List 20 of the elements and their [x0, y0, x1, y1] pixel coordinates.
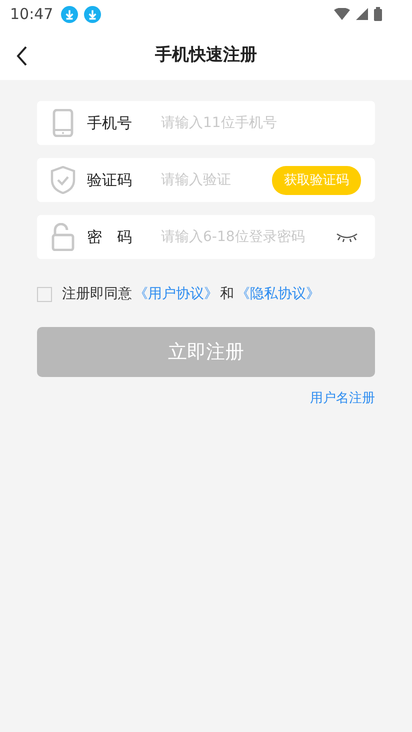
shield-check-icon [50, 166, 76, 194]
signal-icon [356, 8, 368, 20]
agreement-text: 注册即同意 [62, 285, 132, 303]
field-label: 手机号 [86, 114, 133, 132]
agreement-checkbox[interactable] [37, 286, 52, 302]
download-icon [84, 6, 102, 22]
user-agreement-link[interactable]: 《用户协议》 [134, 285, 218, 303]
phone-icon [50, 109, 76, 137]
status-time: 10:47 [10, 5, 54, 23]
field-label: 密 码 [86, 228, 133, 246]
padlock-icon [50, 223, 76, 251]
page-title: 手机快速注册 [155, 44, 257, 66]
agreement-text: 和 [220, 285, 234, 303]
privacy-agreement-link[interactable]: 《隐私协议》 [236, 285, 320, 303]
closed-eye-icon[interactable] [336, 232, 358, 242]
field-label: 验证码 [86, 170, 133, 190]
battery-icon [374, 7, 382, 21]
username-register-link[interactable]: 用户名注册 [310, 389, 375, 407]
wifi-icon [334, 8, 350, 20]
download-icon [61, 6, 78, 22]
